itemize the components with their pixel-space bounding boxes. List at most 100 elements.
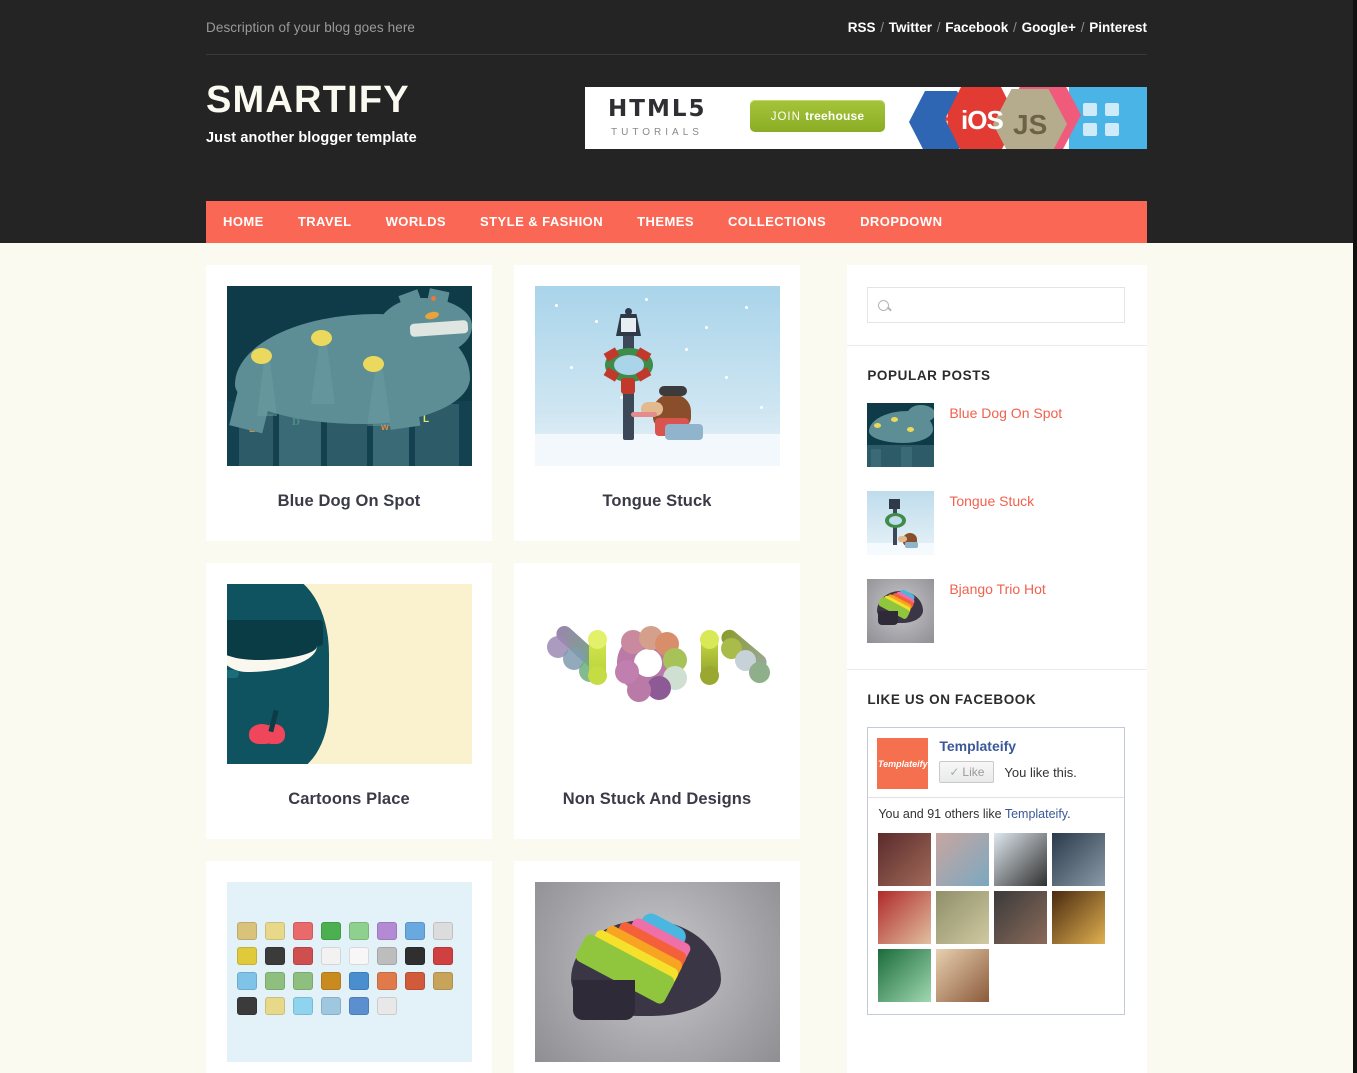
facebook-friend-avatars [868, 827, 1124, 1014]
nav-item-dropdown[interactable]: DROPDOWN [843, 201, 959, 243]
search-input[interactable] [895, 297, 1115, 313]
search-box[interactable] [867, 287, 1126, 323]
facebook-like-box: Templateify Templateify ✓ Like You like t… [867, 727, 1126, 1015]
facebook-header: Templateify Templateify ✓ Like You like t… [868, 728, 1124, 797]
popular-post-link[interactable]: Bjango Trio Hot [949, 579, 1046, 598]
nav-item-themes[interactable]: THEMES [620, 201, 711, 243]
list-item[interactable]: Blue Dog On Spot [867, 403, 1127, 467]
badge-ios-label: iOS [961, 105, 1004, 135]
icon-tile [293, 997, 313, 1015]
banner-subhead: TUTORIALS [611, 127, 703, 138]
post-thumbnail-cartoons-place[interactable] [227, 584, 472, 764]
avatar[interactable] [994, 891, 1048, 944]
post-card[interactable] [514, 861, 800, 1073]
post-card[interactable]: Non Stuck And Designs [514, 563, 800, 839]
social-link-googleplus[interactable]: Google+ [1022, 20, 1076, 35]
widget-facebook: LIKE US ON FACEBOOK Templateify Template… [847, 670, 1147, 1037]
post-card[interactable] [206, 861, 492, 1073]
icon-tile [265, 947, 285, 965]
avatar[interactable] [936, 833, 990, 886]
post-title[interactable] [227, 1062, 471, 1073]
social-link-pinterest[interactable]: Pinterest [1089, 20, 1147, 35]
check-icon: ✓ [949, 765, 960, 779]
icon-tile [321, 922, 341, 940]
icon-tile [349, 972, 369, 990]
post-title[interactable] [535, 1062, 779, 1073]
icon-tile [321, 947, 341, 965]
facebook-others-line: You and 91 others like Templateify. [868, 797, 1125, 827]
banner-ad[interactable]: HTML5 TUTORIALS JOIN treehouse iOS JS [585, 87, 1147, 149]
avatar[interactable] [878, 891, 932, 944]
nav-item-worlds[interactable]: WORLDS [369, 201, 463, 243]
post-thumbnail-blue-dog[interactable]: L D G w L [227, 286, 472, 466]
social-links: RSS / Twitter / Facebook / Google+ / Pin… [848, 20, 1147, 35]
widget-search [847, 265, 1147, 346]
icon-tile [237, 972, 257, 990]
popular-post-link[interactable]: Tongue Stuck [949, 491, 1034, 510]
badge-js-label: JS [1013, 109, 1048, 140]
nav-item-travel[interactable]: TRAVEL [281, 201, 369, 243]
brand-block[interactable]: SMARTIFY Just another blogger template [206, 55, 417, 146]
icon-tile [293, 922, 313, 940]
icon-tile [237, 947, 257, 965]
icon-tile [321, 972, 341, 990]
icon-tile [405, 972, 425, 990]
facebook-like-label: Like [962, 765, 985, 779]
facebook-others-suffix: . [1067, 807, 1071, 821]
social-link-twitter[interactable]: Twitter [889, 20, 932, 35]
icon-tile [237, 997, 257, 1015]
avatar[interactable] [1052, 833, 1106, 886]
top-bar: Description of your blog goes here RSS /… [206, 0, 1147, 55]
social-separator: / [1076, 19, 1089, 35]
list-item[interactable]: Bjango Trio Hot [867, 579, 1127, 643]
social-link-facebook[interactable]: Facebook [945, 20, 1008, 35]
post-thumbnail-bjango-trio[interactable] [535, 882, 780, 1062]
banner-artwork: iOS JS [909, 87, 1147, 149]
icon-tile [237, 922, 257, 940]
main-navigation: HOME TRAVEL WORLDS STYLE & FASHION THEME… [206, 201, 1147, 243]
facebook-others-link[interactable]: Templateify [1005, 807, 1067, 821]
banner-cta-button[interactable]: JOIN treehouse [750, 100, 885, 132]
icon-tile [377, 947, 397, 965]
post-title[interactable]: Cartoons Place [227, 764, 471, 839]
post-thumbnail-icon-set[interactable] [227, 882, 472, 1062]
facebook-others-prefix: You and 91 others like [878, 807, 1005, 821]
avatar[interactable] [936, 949, 990, 1002]
post-card[interactable]: Cartoons Place [206, 563, 492, 839]
facebook-widget-title: LIKE US ON FACEBOOK [867, 692, 1037, 707]
post-title[interactable]: Blue Dog On Spot [227, 466, 471, 541]
avatar[interactable] [994, 833, 1048, 886]
avatar[interactable] [1052, 891, 1106, 944]
icon-tile [321, 997, 341, 1015]
site-title[interactable]: SMARTIFY [206, 81, 417, 119]
list-item[interactable]: Tongue Stuck [867, 491, 1127, 555]
post-thumbnail-tongue-stuck[interactable] [535, 286, 780, 466]
post-card[interactable]: L D G w L [206, 265, 492, 541]
banner-cta-prefix: JOIN [770, 111, 806, 123]
popular-post-thumbnail-bjango-trio[interactable] [867, 579, 935, 643]
facebook-like-status: You like this. [1004, 764, 1077, 780]
facebook-meta: Templateify ✓ Like You like this. [939, 738, 1077, 789]
post-title[interactable]: Tongue Stuck [535, 466, 779, 541]
social-link-rss[interactable]: RSS [848, 20, 876, 35]
facebook-like-button[interactable]: ✓ Like [939, 761, 995, 783]
nav-item-home[interactable]: HOME [206, 201, 281, 243]
icon-tile [349, 922, 369, 940]
avatar[interactable] [878, 949, 932, 1002]
post-thumbnail-non-designs[interactable] [535, 584, 780, 764]
popular-post-link[interactable]: Blue Dog On Spot [949, 403, 1062, 422]
popular-post-thumbnail-blue-dog[interactable] [867, 403, 935, 467]
icon-tile [377, 922, 397, 940]
popular-post-thumbnail-tongue-stuck[interactable] [867, 491, 935, 555]
avatar[interactable] [936, 891, 990, 944]
nav-item-collections[interactable]: COLLECTIONS [711, 201, 843, 243]
nav-item-style-fashion[interactable]: STYLE & FASHION [463, 201, 620, 243]
social-separator: / [876, 19, 888, 35]
facebook-page-logo: Templateify [877, 738, 929, 789]
post-card[interactable]: Tongue Stuck [514, 265, 800, 541]
badge-cyan-icon [1069, 87, 1147, 149]
icon-tile [405, 922, 425, 940]
facebook-page-name[interactable]: Templateify [939, 738, 1077, 754]
post-title[interactable]: Non Stuck And Designs [535, 764, 779, 839]
avatar[interactable] [878, 833, 932, 886]
